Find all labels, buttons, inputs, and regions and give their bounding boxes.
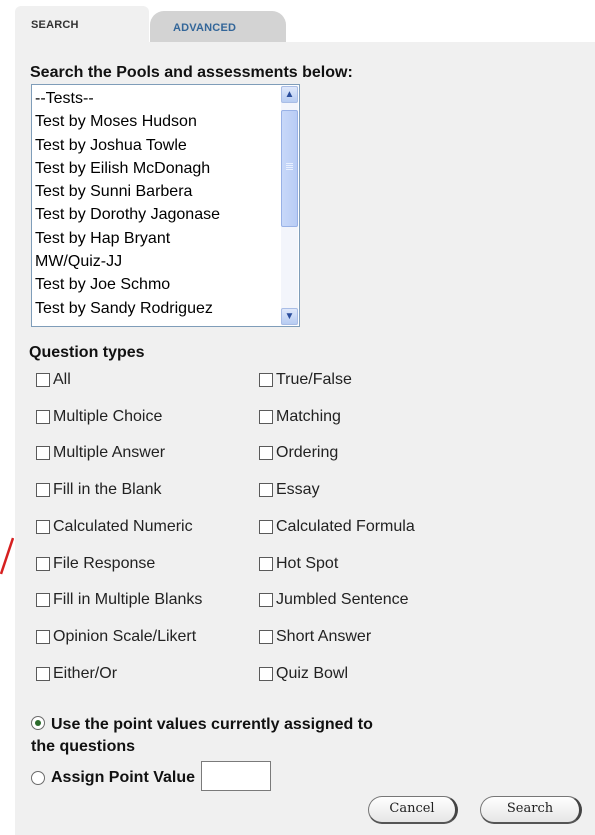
question-type-checkbox[interactable] bbox=[259, 373, 273, 387]
question-type-checkbox[interactable] bbox=[259, 593, 273, 608]
assign-point-value-radio[interactable] bbox=[31, 771, 45, 785]
pool-list-option[interactable]: Test by Sunni Barbera bbox=[34, 180, 279, 203]
question-type-option[interactable]: Quiz Bowl bbox=[259, 664, 348, 684]
question-type-label: All bbox=[53, 371, 71, 388]
question-type-option[interactable]: Ordering bbox=[259, 443, 338, 463]
tab-advanced[interactable]: ADVANCED bbox=[150, 11, 286, 42]
question-type-option[interactable]: Multiple Answer bbox=[36, 443, 165, 463]
question-type-checkbox[interactable] bbox=[259, 556, 273, 571]
question-type-option[interactable]: Essay bbox=[259, 480, 320, 500]
question-type-checkbox[interactable] bbox=[36, 629, 50, 644]
scroll-thumb[interactable] bbox=[281, 110, 298, 227]
pool-list-option[interactable]: Test by Hap Bryant bbox=[34, 227, 279, 250]
pool-list-items: --Tests-- Test by Moses Hudson Test by Jos… bbox=[34, 87, 279, 320]
question-type-label: True/False bbox=[276, 371, 352, 388]
question-type-label: Quiz Bowl bbox=[276, 664, 349, 682]
question-type-checkbox[interactable] bbox=[259, 409, 273, 424]
question-type-option[interactable]: Hot Spot bbox=[259, 554, 338, 574]
pool-listbox[interactable]: --Tests-- Test by Moses Hudson Test by Jos… bbox=[31, 84, 300, 327]
question-type-checkbox[interactable] bbox=[36, 593, 50, 608]
question-type-label: Jumbled Sentence bbox=[276, 591, 409, 609]
question-type-checkbox[interactable] bbox=[36, 556, 50, 571]
question-type-checkbox[interactable] bbox=[36, 519, 50, 534]
question-type-label: Essay bbox=[276, 481, 320, 499]
question-type-label: Hot Spot bbox=[276, 554, 339, 572]
scroll-down-arrow-icon[interactable]: ▼ bbox=[281, 308, 298, 325]
pool-list-option[interactable]: Test by Moses Hudson bbox=[34, 110, 279, 133]
cancel-button[interactable]: Cancel bbox=[368, 796, 458, 824]
question-type-option[interactable]: Fill in Multiple Blanks bbox=[36, 590, 202, 610]
question-type-option[interactable]: True/False bbox=[259, 370, 352, 390]
question-type-checkbox[interactable] bbox=[259, 519, 273, 534]
use-point-values-radio[interactable] bbox=[31, 716, 45, 730]
question-type-option[interactable]: Calculated Numeric bbox=[36, 517, 193, 537]
question-type-option[interactable]: Either/Or bbox=[36, 664, 117, 684]
tab-search[interactable]: SEARCH bbox=[15, 6, 149, 42]
question-type-option[interactable]: Short Answer bbox=[259, 627, 371, 647]
question-type-checkbox[interactable] bbox=[36, 483, 50, 498]
question-type-label: Multiple Choice bbox=[53, 407, 163, 425]
annotation-arrow-icon bbox=[0, 537, 14, 575]
pool-list-option[interactable]: Test by Dorothy Jagonase bbox=[34, 203, 279, 226]
pool-heading: Search the Pools and assessments below: bbox=[30, 64, 353, 81]
search-button[interactable]: Search bbox=[480, 796, 582, 824]
question-type-checkbox[interactable] bbox=[36, 373, 50, 387]
question-type-label: Fill in Multiple Blanks bbox=[53, 591, 203, 609]
use-point-values-label-line1: Use the point values currently assigned … bbox=[51, 716, 373, 733]
question-type-option[interactable]: Opinion Scale/Likert bbox=[36, 627, 196, 647]
use-point-values-label-line2: the questions bbox=[31, 738, 136, 755]
question-type-label: Fill in the Blank bbox=[53, 481, 162, 499]
question-type-option[interactable]: Jumbled Sentence bbox=[259, 590, 409, 610]
search-panel: Search the Pools and assessments below: … bbox=[15, 42, 595, 835]
question-type-label: Calculated Formula bbox=[276, 517, 415, 535]
question-type-option[interactable]: Fill in the Blank bbox=[36, 480, 162, 500]
question-type-label: Either/Or bbox=[53, 664, 118, 682]
scroll-up-arrow-icon[interactable]: ▲ bbox=[281, 86, 298, 103]
assign-point-value-label: Assign Point Value bbox=[51, 769, 196, 786]
assign-point-value-option[interactable]: Assign Point Value bbox=[31, 761, 272, 791]
question-types-heading: Question types bbox=[29, 344, 145, 361]
question-type-checkbox[interactable] bbox=[36, 666, 50, 681]
pool-list-option[interactable]: Test by Joe Schmo bbox=[34, 273, 279, 296]
question-type-checkbox[interactable] bbox=[36, 409, 50, 424]
point-value-input[interactable] bbox=[201, 761, 272, 791]
question-type-label: Short Answer bbox=[276, 627, 372, 645]
tab-bar: SEARCH ADVANCED bbox=[0, 0, 595, 42]
question-type-checkbox[interactable] bbox=[259, 629, 273, 644]
pool-list-option[interactable]: Test by Sandy Rodriguez bbox=[34, 297, 279, 320]
use-point-values-option[interactable]: Use the point values currently assigned … bbox=[31, 714, 471, 758]
question-type-option[interactable]: Multiple Choice bbox=[36, 407, 162, 427]
pool-list-option[interactable]: Test by Eilish McDonagh bbox=[34, 157, 279, 180]
question-type-label: Opinion Scale/Likert bbox=[53, 627, 197, 645]
pool-list-option[interactable]: MW/Quiz-JJ bbox=[34, 250, 279, 273]
question-type-label: Ordering bbox=[276, 444, 339, 462]
question-type-label: File Response bbox=[53, 554, 156, 572]
list-scrollbar[interactable]: ▲ ▼ bbox=[281, 86, 298, 325]
question-type-label: Multiple Answer bbox=[53, 444, 166, 462]
question-type-option[interactable]: File Response bbox=[36, 554, 155, 574]
question-type-option[interactable]: Matching bbox=[259, 407, 341, 427]
question-type-option[interactable]: All bbox=[36, 370, 71, 390]
question-type-option[interactable]: Calculated Formula bbox=[259, 517, 415, 537]
question-type-checkbox[interactable] bbox=[36, 446, 50, 461]
pool-list-option[interactable]: Test by Joshua Towle bbox=[34, 134, 279, 157]
question-type-checkbox[interactable] bbox=[259, 483, 273, 498]
pool-list-option[interactable]: --Tests-- bbox=[34, 87, 279, 110]
question-type-checkbox[interactable] bbox=[259, 446, 273, 461]
question-type-checkbox[interactable] bbox=[259, 666, 273, 681]
question-type-label: Calculated Numeric bbox=[53, 517, 193, 535]
question-type-label: Matching bbox=[276, 407, 341, 425]
